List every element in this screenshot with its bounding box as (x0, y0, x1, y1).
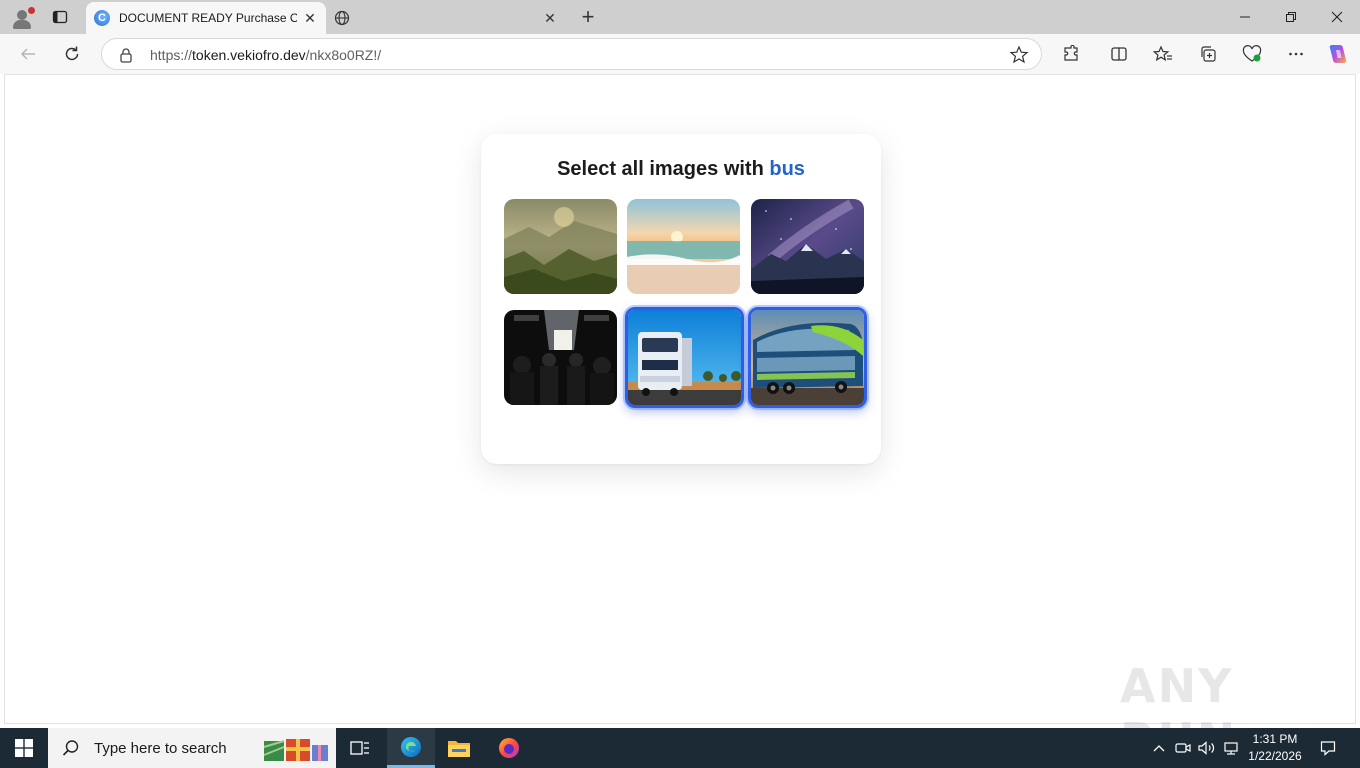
copilot-icon[interactable] (1326, 42, 1350, 66)
notifications-icon[interactable] (1314, 728, 1342, 768)
windows-taskbar: Type here to search 1:31 PM 1/22/2026 (0, 728, 1360, 768)
minimize-icon[interactable] (1222, 0, 1268, 34)
network-icon[interactable] (1221, 728, 1241, 768)
url-text[interactable]: https://token.vekiofro.dev/nkx8o0RZ!/ (150, 47, 381, 63)
tab-blank[interactable]: ✕ (326, 2, 566, 34)
refresh-icon[interactable] (58, 40, 86, 68)
favorite-star-icon[interactable] (1009, 45, 1029, 65)
collections-icon[interactable] (1196, 42, 1220, 66)
browser-essentials-icon[interactable] (1240, 42, 1264, 66)
tab-document-ready[interactable]: C DOCUMENT READY Purchase Orc ✕ (86, 2, 326, 34)
show-hidden-icons-icon[interactable] (1150, 728, 1168, 768)
meet-now-icon[interactable] (1174, 728, 1192, 768)
search-placeholder: Type here to search (94, 739, 227, 757)
search-highlight-gifts-icon (263, 739, 328, 761)
browser-tab-bar: C DOCUMENT READY Purchase Orc ✕ ✕ + (0, 0, 1360, 34)
taskbar-search-box[interactable]: Type here to search (48, 728, 336, 768)
captcha-keyword: bus (769, 158, 805, 180)
volume-icon[interactable] (1197, 728, 1217, 768)
clock-date: 1/22/2026 (1248, 749, 1302, 763)
edge-taskbar-icon[interactable] (387, 728, 435, 768)
globe-icon (334, 10, 350, 26)
split-screen-icon[interactable] (1107, 42, 1131, 66)
firefox-icon[interactable] (485, 728, 533, 768)
browser-toolbar: https://token.vekiofro.dev/nkx8o0RZ!/ (0, 34, 1360, 74)
captcha-prompt: Select all images with bus (557, 158, 805, 180)
double-decker-bus-image (751, 310, 864, 405)
mountain-valley-image (504, 199, 617, 294)
windows-start-icon[interactable] (0, 728, 48, 768)
close-tab-icon[interactable]: ✕ (302, 10, 318, 26)
milky-way-mountains-image (751, 199, 864, 294)
search-icon (62, 740, 79, 756)
taskbar-clock[interactable]: 1:31 PM 1/22/2026 (1244, 731, 1306, 765)
clock-time: 1:31 PM (1252, 732, 1298, 746)
favorites-icon[interactable] (1151, 42, 1175, 66)
beach-sunset-image (627, 199, 740, 294)
back-arrow-icon[interactable] (14, 40, 42, 68)
captcha-tile-3[interactable] (751, 199, 864, 294)
tab-actions-icon[interactable] (46, 5, 74, 29)
page-viewport: Select all images with bus ANY (4, 74, 1356, 767)
restore-icon[interactable] (1268, 0, 1314, 34)
task-view-icon[interactable] (336, 728, 384, 768)
bus-interior-image (504, 310, 617, 405)
more-menu-icon[interactable] (1284, 42, 1308, 66)
profile-avatar-icon[interactable] (8, 4, 36, 30)
truck-on-road-image (628, 310, 741, 405)
new-tab-button[interactable]: + (576, 4, 600, 29)
address-bar[interactable]: https://token.vekiofro.dev/nkx8o0RZ!/ (101, 38, 1042, 70)
extensions-icon[interactable] (1059, 42, 1083, 66)
captcha-card: Select all images with bus (481, 134, 881, 464)
edge-c-icon: C (94, 10, 110, 26)
captcha-tile-1[interactable] (504, 199, 617, 294)
captcha-tile-6[interactable] (748, 307, 867, 408)
lock-icon[interactable] (118, 47, 134, 63)
close-tab-icon[interactable]: ✕ (542, 10, 558, 26)
tab-title: DOCUMENT READY Purchase Orc (119, 11, 297, 25)
file-explorer-icon[interactable] (435, 728, 483, 768)
close-window-icon[interactable] (1314, 0, 1360, 34)
captcha-tile-4[interactable] (504, 310, 617, 405)
captcha-tile-2[interactable] (627, 199, 740, 294)
captcha-tile-5[interactable] (625, 307, 744, 408)
